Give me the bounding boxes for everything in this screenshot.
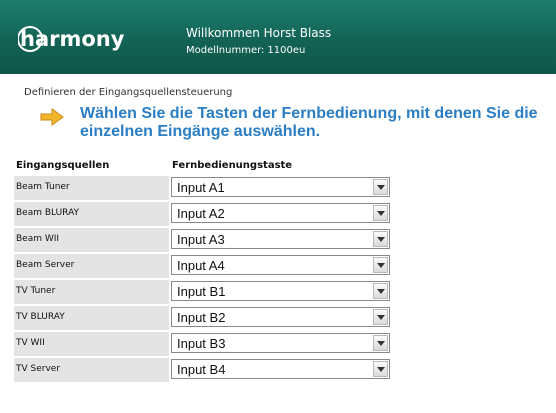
mapping-row: TV BLURAY Input B2 — [0, 305, 556, 331]
input-source-label: TV WII — [16, 338, 45, 348]
instruction-text: Wählen Sie die Tasten der Fernbedienung,… — [80, 105, 538, 140]
dropdown-button[interactable] — [373, 309, 388, 325]
dropdown-button[interactable] — [373, 335, 388, 351]
harmony-logo: harmony — [18, 26, 125, 52]
input-source-label: TV Server — [16, 364, 61, 374]
selected-button: Input A4 — [177, 258, 225, 273]
chevron-down-icon — [377, 289, 385, 294]
selected-button: Input B3 — [177, 336, 226, 351]
column-header-remote-button: Fernbedienungstaste — [172, 160, 293, 171]
remote-button-select[interactable]: Input B4 — [171, 359, 390, 379]
dropdown-button[interactable] — [373, 361, 388, 377]
dropdown-button[interactable] — [373, 283, 388, 299]
dropdown-button[interactable] — [373, 257, 388, 273]
input-source-label: TV BLURAY — [16, 312, 65, 322]
welcome-text: Willkommen Horst Blass — [186, 26, 332, 40]
chevron-down-icon — [377, 237, 385, 242]
input-source-label: Beam WII — [16, 234, 60, 244]
model-value: 1100eu — [267, 45, 306, 56]
app-header: harmony Willkommen Horst Blass Modellnum… — [0, 0, 556, 74]
model-label: Modellnummer: — [186, 45, 265, 56]
selected-button: Input B1 — [177, 284, 226, 299]
selected-button: Input A2 — [177, 206, 225, 221]
input-mapping-list: Beam Tuner Input A1 Beam BLURAY Input A2… — [0, 175, 556, 383]
selected-button: Input B2 — [177, 310, 226, 325]
dropdown-button[interactable] — [373, 179, 388, 195]
logo-text: harmony — [20, 27, 125, 51]
arrow-right-icon — [40, 108, 64, 126]
dropdown-button[interactable] — [373, 231, 388, 247]
column-header-inputs: Eingangsquellen — [16, 160, 110, 171]
remote-button-select[interactable]: Input B2 — [171, 307, 390, 327]
input-source-label: Beam Tuner — [16, 182, 70, 192]
selected-button: Input A3 — [177, 232, 225, 247]
chevron-down-icon — [377, 367, 385, 372]
input-source-label: Beam BLURAY — [16, 208, 80, 218]
selected-button: Input A1 — [177, 180, 225, 195]
remote-button-select[interactable]: Input A1 — [171, 177, 390, 197]
mapping-row: TV Server Input B4 — [0, 357, 556, 383]
chevron-down-icon — [377, 211, 385, 216]
remote-button-select[interactable]: Input A3 — [171, 229, 390, 249]
mapping-row: Beam BLURAY Input A2 — [0, 201, 556, 227]
mapping-row: Beam Tuner Input A1 — [0, 175, 556, 201]
chevron-down-icon — [377, 185, 385, 190]
chevron-down-icon — [377, 341, 385, 346]
chevron-down-icon — [377, 315, 385, 320]
input-source-label: TV Tuner — [16, 286, 56, 296]
dropdown-button[interactable] — [373, 205, 388, 221]
input-source-label: Beam Server — [16, 260, 75, 270]
chevron-down-icon — [377, 263, 385, 268]
selected-button: Input B4 — [177, 362, 226, 377]
section-title: Definieren der Eingangsquellensteuerung — [24, 87, 233, 98]
mapping-row: Beam WII Input A3 — [0, 227, 556, 253]
mapping-row: TV Tuner Input B1 — [0, 279, 556, 305]
mapping-row: Beam Server Input A4 — [0, 253, 556, 279]
mapping-row: TV WII Input B3 — [0, 331, 556, 357]
remote-button-select[interactable]: Input B1 — [171, 281, 390, 301]
remote-button-select[interactable]: Input A4 — [171, 255, 390, 275]
remote-button-select[interactable]: Input A2 — [171, 203, 390, 223]
model-number: Modellnummer: 1100eu — [186, 45, 305, 56]
remote-button-select[interactable]: Input B3 — [171, 333, 390, 353]
